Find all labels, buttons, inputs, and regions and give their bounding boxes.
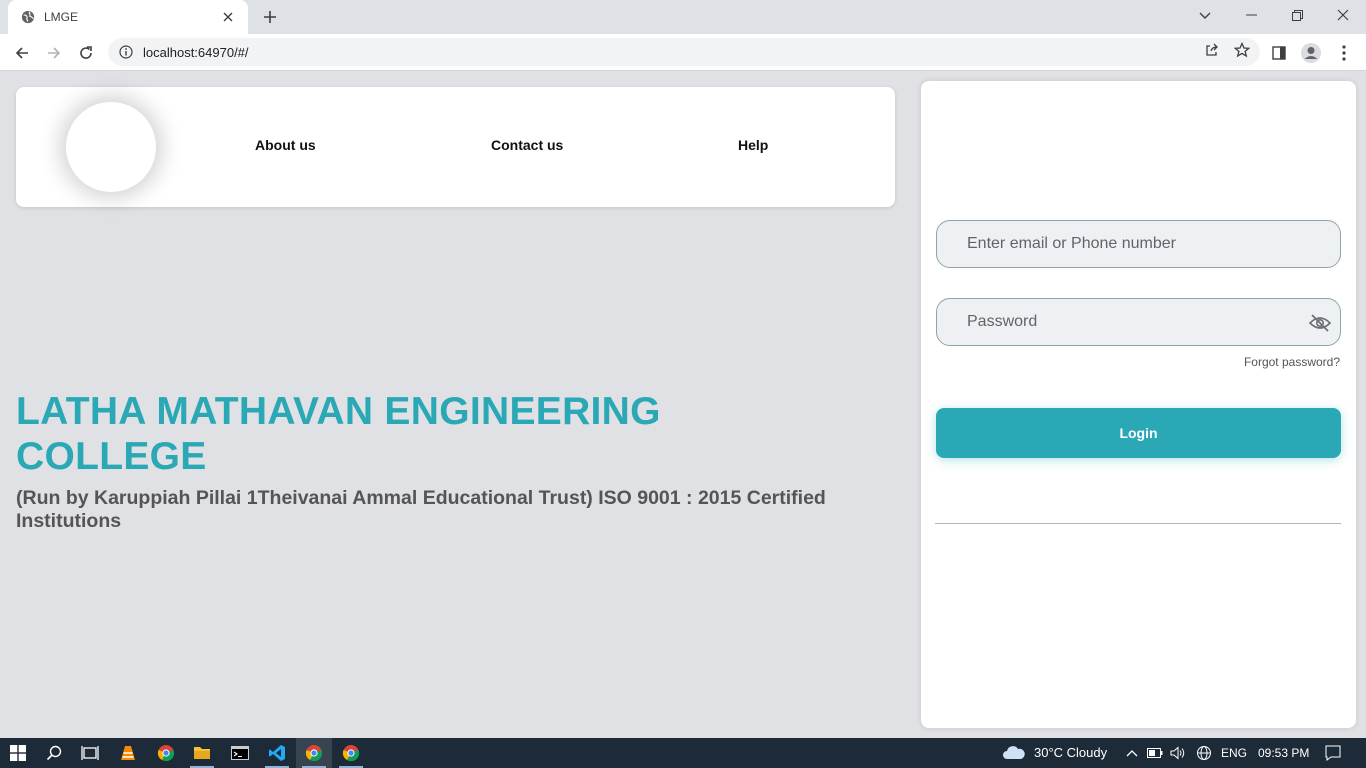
windows-taskbar: 30°C Cloudy ENG 09:53 PM [0,738,1366,768]
college-title: LATHA MATHAVAN ENGINEERING COLLEGE [16,390,661,478]
globe-icon [20,9,36,25]
chrome-active-icon[interactable] [296,738,332,768]
chrome-second-icon[interactable] [333,738,369,768]
password-field-container [936,298,1341,346]
divider [935,523,1341,524]
task-view-icon[interactable] [72,738,108,768]
eye-off-icon[interactable] [1308,311,1332,335]
notifications-icon[interactable] [1325,745,1341,761]
college-logo [66,102,156,192]
password-input[interactable] [967,313,1297,331]
forward-icon[interactable] [40,39,68,67]
nav-help[interactable]: Help [738,137,768,153]
windows-start-icon[interactable] [0,738,36,768]
battery-icon[interactable] [1147,745,1163,761]
vlc-icon[interactable] [110,738,146,768]
clock[interactable]: 09:53 PM [1258,746,1309,760]
close-tab-icon[interactable] [218,7,238,27]
nav-contact-us[interactable]: Contact us [491,137,563,153]
terminal-icon[interactable] [222,738,258,768]
restore-icon[interactable] [1274,0,1320,30]
forgot-password-link[interactable]: Forgot password? [1244,355,1340,369]
back-icon[interactable] [8,39,36,67]
url-text: localhost:64970/#/ [143,44,249,60]
bookmark-star-icon[interactable] [1233,41,1251,63]
nav-header: About us Contact us Help [16,87,895,207]
language-indicator[interactable]: ENG [1221,746,1247,760]
profile-avatar-icon[interactable] [1297,39,1325,67]
nav-about-us[interactable]: About us [255,137,316,153]
chevron-up-icon[interactable] [1124,745,1140,761]
reload-icon[interactable] [72,39,100,67]
minimize-icon[interactable] [1228,0,1274,30]
browser-tab[interactable]: LMGE [8,0,248,34]
tab-search-icon[interactable] [1193,4,1217,28]
volume-icon[interactable] [1170,745,1186,761]
share-icon[interactable] [1204,42,1220,63]
weather-text[interactable]: 30°C Cloudy [1034,745,1107,760]
login-card: Forgot password? Login [921,81,1356,728]
email-field-container [936,220,1341,268]
browser-toolbar: localhost:64970/#/ [0,34,1366,71]
browser-tabstrip: LMGE [0,0,1366,34]
search-icon[interactable] [36,738,72,768]
address-bar[interactable]: localhost:64970/#/ [108,38,1260,66]
menu-kebab-icon[interactable] [1330,39,1358,67]
email-input[interactable] [967,235,1297,253]
info-icon[interactable] [118,44,134,60]
college-subtitle: (Run by Karuppiah Pillai 1Theivanai Amma… [16,487,826,532]
login-button[interactable]: Login [936,408,1341,458]
tab-title: LMGE [44,10,79,24]
file-explorer-icon[interactable] [184,738,220,768]
page-content: About us Contact us Help LATHA MATHAVAN … [0,71,1366,738]
chrome-icon[interactable] [148,738,184,768]
side-panel-icon[interactable] [1265,39,1293,67]
network-globe-icon[interactable] [1196,745,1212,761]
cloud-weather-icon[interactable] [1002,745,1026,761]
close-window-icon[interactable] [1320,0,1366,30]
new-tab-icon[interactable] [258,5,282,29]
vscode-icon[interactable] [259,738,295,768]
